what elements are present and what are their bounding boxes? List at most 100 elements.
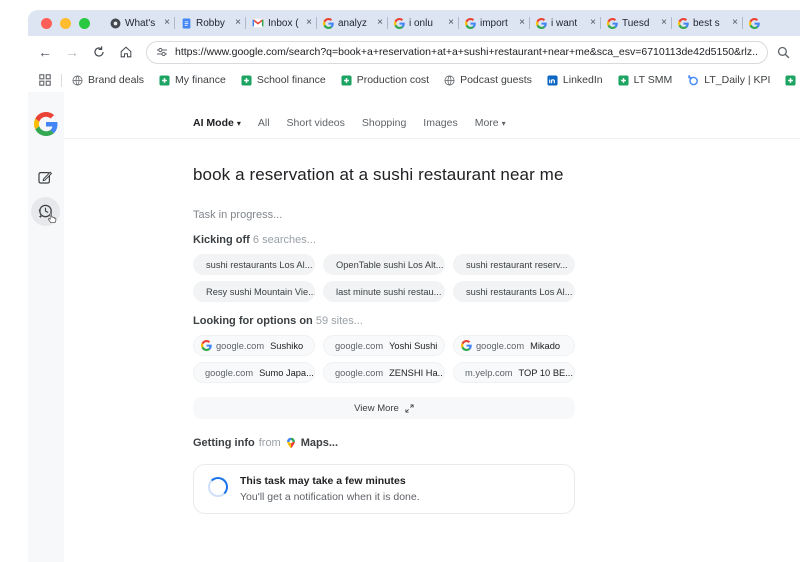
loading-spinner-icon bbox=[208, 477, 228, 497]
site-chip[interactable]: google.comSushiko bbox=[193, 335, 315, 356]
divider bbox=[61, 74, 62, 87]
tab-close-icon[interactable]: × bbox=[732, 18, 738, 28]
tab-close-icon[interactable]: × bbox=[519, 18, 525, 28]
search-chip[interactable]: sushi restaurants Los Al... bbox=[453, 281, 575, 302]
zoom-window-button[interactable] bbox=[79, 18, 90, 29]
reload-button[interactable] bbox=[92, 45, 106, 59]
bookmark-podcast-guests[interactable]: Podcast guests bbox=[444, 74, 532, 86]
close-window-button[interactable] bbox=[41, 18, 52, 29]
tab-strip: What's × Robby × Inbox ( × analyz × i on… bbox=[28, 10, 800, 36]
bookmark-linkedin[interactable]: LinkedIn bbox=[547, 74, 603, 86]
url-text[interactable]: https://www.google.com/search?q=book+a+r… bbox=[175, 46, 758, 58]
getting-info-line: Getting info from Maps... bbox=[193, 437, 575, 449]
browser-tab[interactable]: import × bbox=[459, 10, 530, 36]
bookmark-school-finance[interactable]: School finance bbox=[241, 74, 326, 86]
bookmark-lt-daily-kpi[interactable]: LT_Daily | KPI bbox=[687, 74, 770, 86]
search-icon[interactable] bbox=[777, 46, 790, 59]
bookmark-label: Brand deals bbox=[88, 74, 144, 86]
globe-icon bbox=[72, 75, 83, 86]
browser-tab-partial[interactable] bbox=[743, 10, 765, 36]
site-chip[interactable]: m.yelp.comTOP 10 BE... bbox=[453, 362, 575, 383]
tab-images[interactable]: Images bbox=[423, 117, 457, 129]
google-icon bbox=[678, 18, 689, 29]
chevron-down-icon: ▾ bbox=[502, 119, 506, 128]
view-more-button[interactable]: View More bbox=[193, 397, 575, 419]
view-more-label: View More bbox=[354, 403, 399, 414]
search-chips-grid: sushi restaurants Los Al... OpenTable su… bbox=[193, 254, 575, 302]
search-chip[interactable]: sushi restaurant reserv... bbox=[453, 254, 575, 275]
google-logo[interactable] bbox=[34, 112, 58, 136]
kicking-off-label: Kicking off bbox=[193, 234, 250, 246]
google-icon bbox=[201, 340, 212, 351]
tab-shopping[interactable]: Shopping bbox=[362, 117, 406, 129]
site-chip[interactable]: google.comZENSHI Ha... bbox=[323, 362, 445, 383]
google-icon bbox=[536, 18, 547, 29]
browser-toolbar: ← → https://www.google.com/search?q=book… bbox=[28, 36, 800, 68]
tab-title: analyz bbox=[338, 18, 373, 29]
tab-title: i want bbox=[551, 18, 586, 29]
url-bar[interactable]: https://www.google.com/search?q=book+a+r… bbox=[146, 41, 768, 64]
tab-close-icon[interactable]: × bbox=[164, 18, 170, 28]
browser-tab[interactable]: i want × bbox=[530, 10, 601, 36]
tab-short-videos[interactable]: Short videos bbox=[287, 117, 345, 129]
browser-tab[interactable]: Tuesd × bbox=[601, 10, 672, 36]
bookmark-production-cost[interactable]: Production cost bbox=[341, 74, 429, 86]
sheets-icon bbox=[241, 75, 252, 86]
browser-tab[interactable]: i onlu × bbox=[388, 10, 459, 36]
search-chip[interactable]: Resy sushi Mountain Vie... bbox=[193, 281, 315, 302]
maps-label: Maps... bbox=[301, 437, 338, 449]
docs-icon bbox=[181, 18, 192, 29]
tab-close-icon[interactable]: × bbox=[306, 18, 312, 28]
site-chip[interactable]: google.comYoshi Sushi bbox=[323, 335, 445, 356]
looker-icon bbox=[687, 74, 699, 86]
sites-count: 59 sites... bbox=[316, 315, 363, 327]
tab-ai-mode[interactable]: AI Mode▾ bbox=[193, 117, 241, 129]
tab-title: Robby bbox=[196, 18, 231, 29]
tab-close-icon[interactable]: × bbox=[448, 18, 454, 28]
tab-close-icon[interactable]: × bbox=[590, 18, 596, 28]
bookmark-my-finance[interactable]: My finance bbox=[159, 74, 226, 86]
back-button[interactable]: ← bbox=[38, 45, 52, 59]
notice-title: This task may take a few minutes bbox=[240, 475, 420, 487]
browser-tab[interactable]: analyz × bbox=[317, 10, 388, 36]
bookmark-lt-smm[interactable]: LT SMM bbox=[618, 74, 673, 86]
site-chip[interactable]: google.comMikado bbox=[453, 335, 575, 356]
tab-title: import bbox=[480, 18, 515, 29]
gmail-icon bbox=[252, 18, 264, 28]
bookmark-brand-deals[interactable]: Brand deals bbox=[72, 74, 144, 86]
tab-more[interactable]: More▾ bbox=[475, 117, 506, 129]
search-chip[interactable]: sushi restaurants Los Al... bbox=[193, 254, 315, 275]
globe-icon bbox=[444, 75, 455, 86]
tab-close-icon[interactable]: × bbox=[377, 18, 383, 28]
home-button[interactable] bbox=[119, 45, 133, 59]
mouse-cursor bbox=[43, 209, 59, 225]
search-chip[interactable]: OpenTable sushi Los Alt... bbox=[323, 254, 445, 275]
browser-tab[interactable]: Inbox ( × bbox=[246, 10, 317, 36]
chrome-icon bbox=[110, 18, 121, 29]
search-chip[interactable]: last minute sushi restau... bbox=[323, 281, 445, 302]
looking-label: Looking for options on bbox=[193, 315, 313, 327]
site-chip[interactable]: google.comSumo Japa... bbox=[193, 362, 315, 383]
tune-icon[interactable] bbox=[156, 46, 168, 58]
main-panel: AI Mode▾ All Short videos Shopping Image… bbox=[64, 92, 800, 562]
new-chat-button[interactable] bbox=[37, 169, 53, 185]
browser-tab[interactable]: best s × bbox=[672, 10, 743, 36]
tab-title: What's bbox=[125, 18, 160, 29]
tab-close-icon[interactable]: × bbox=[661, 18, 667, 28]
browser-window: What's × Robby × Inbox ( × analyz × i on… bbox=[28, 10, 800, 562]
forward-button[interactable]: → bbox=[65, 45, 79, 59]
page-content: AI Mode▾ All Short videos Shopping Image… bbox=[28, 92, 800, 562]
apps-grid-icon[interactable] bbox=[39, 74, 51, 86]
browser-tab[interactable]: What's × bbox=[104, 10, 175, 36]
minimize-window-button[interactable] bbox=[60, 18, 71, 29]
bookmark-label: Production cost bbox=[357, 74, 429, 86]
tab-close-icon[interactable]: × bbox=[235, 18, 241, 28]
google-icon bbox=[607, 18, 618, 29]
sheets-icon bbox=[618, 75, 629, 86]
google-icon bbox=[461, 340, 472, 351]
browser-tab[interactable]: Robby × bbox=[175, 10, 246, 36]
site-chips-grid: google.comSushiko google.comYoshi Sushi … bbox=[193, 335, 575, 383]
bookmark-dailyvalue[interactable]: DailyValue bbox=[785, 74, 800, 86]
tab-all[interactable]: All bbox=[258, 117, 270, 129]
bookmarks-bar: Brand deals My finance School finance Pr… bbox=[28, 68, 800, 92]
